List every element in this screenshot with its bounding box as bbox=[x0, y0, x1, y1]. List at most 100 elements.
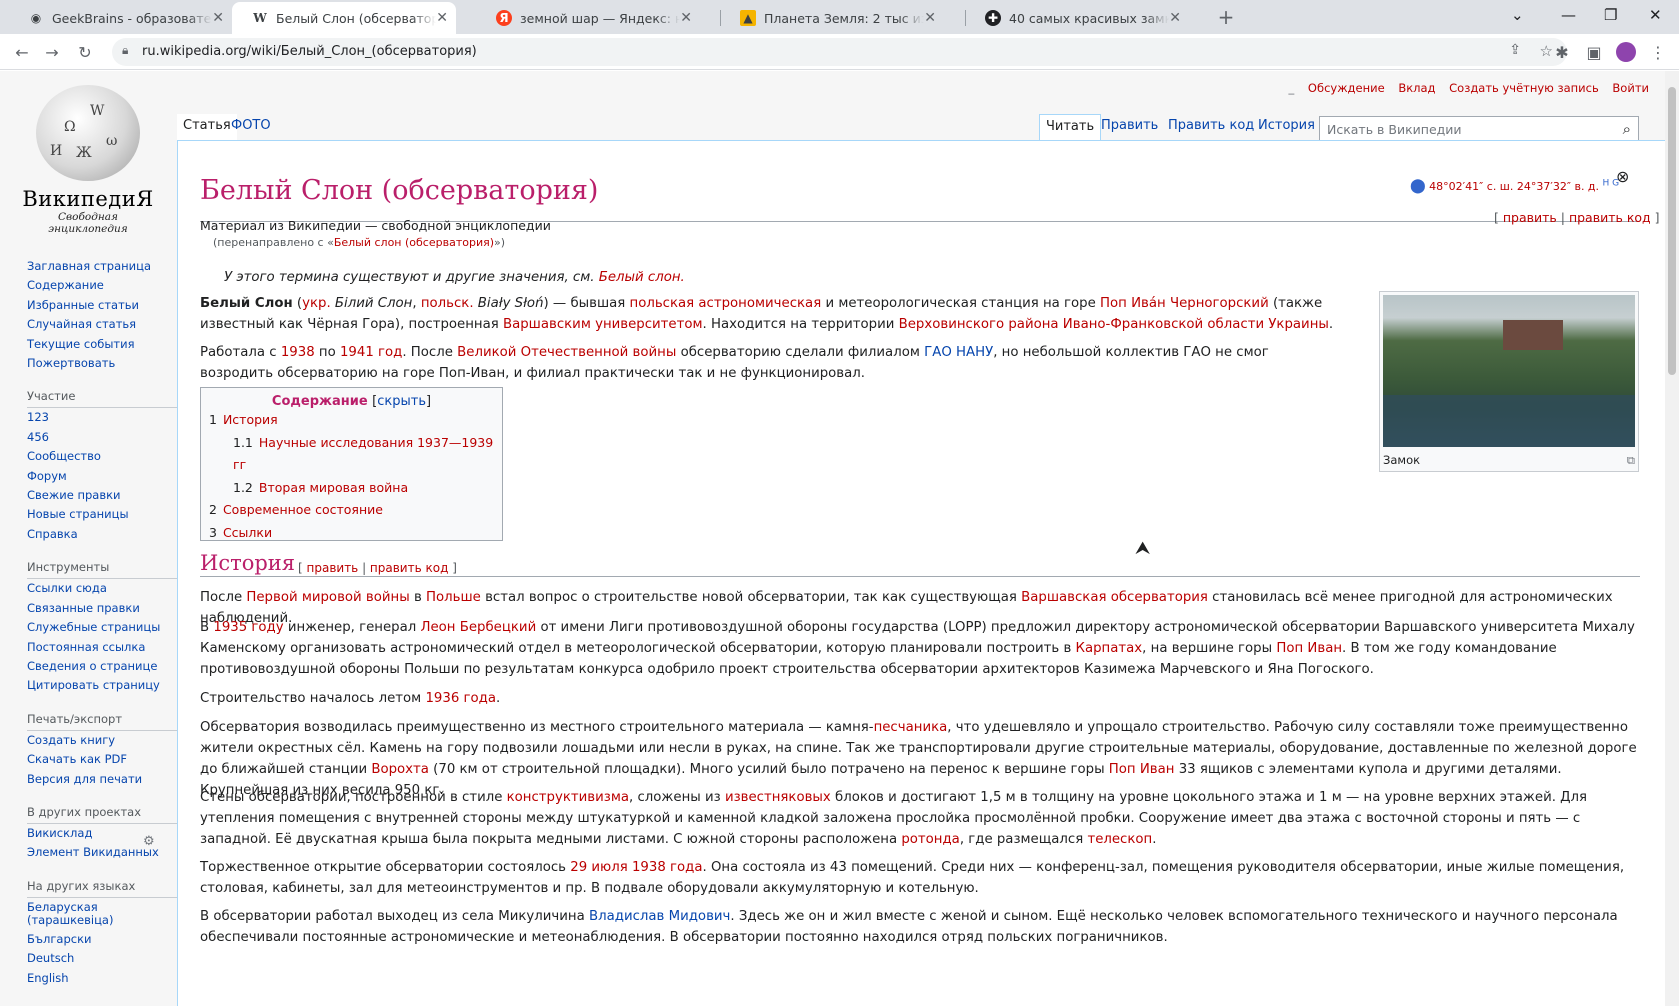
coordinates[interactable]: ⬤ 48°02′41″ с. ш. 24°37′32″ в. д. H G bbox=[1410, 178, 1619, 194]
toc-item[interactable]: 1 История bbox=[209, 409, 494, 432]
menu-icon[interactable]: ⋮ bbox=[1646, 40, 1670, 64]
paragraph: Работала с 1938 по 1941 год. После Велик… bbox=[200, 345, 1269, 381]
sidebar-link[interactable]: Скачать как PDF bbox=[27, 750, 172, 769]
tab-photo[interactable]: ФОТО bbox=[225, 114, 277, 142]
sidebar-link[interactable]: 123 bbox=[27, 408, 172, 427]
thumbnail-caption: Замок ⧉ bbox=[1383, 453, 1635, 468]
sidebar-link[interactable]: 456 bbox=[27, 428, 172, 447]
close-tab-icon[interactable]: ✕ bbox=[1169, 10, 1181, 26]
sidebar-link[interactable]: Создать книгу bbox=[27, 731, 172, 750]
edit-link[interactable]: править bbox=[1503, 210, 1557, 225]
sidebar-link[interactable]: Сведения о странице bbox=[27, 657, 172, 676]
close-tab-icon[interactable]: ✕ bbox=[680, 10, 692, 26]
browser-tab[interactable]: ✚ 40 самых красивых замков со в ✕ bbox=[965, 2, 1189, 34]
close-tab-icon[interactable]: ✕ bbox=[924, 10, 936, 26]
browser-tab[interactable]: Я земной шар — Яндекс: нашлось ✕ bbox=[476, 2, 700, 34]
search-input[interactable]: Искать в Википедии ⌕ bbox=[1319, 116, 1639, 143]
section-heading-history: История bbox=[200, 551, 296, 575]
sidebar-link[interactable]: Пожертвовать bbox=[27, 354, 172, 373]
hatnote: У этого термина существуют и другие знач… bbox=[224, 270, 685, 285]
extensions-icon[interactable]: ✱ bbox=[1550, 40, 1574, 64]
back-icon[interactable]: ← bbox=[10, 40, 34, 64]
address-bar[interactable]: 🔒︎ ru.wikipedia.org/wiki/Белый_Слон_(обс… bbox=[112, 38, 1567, 66]
enlarge-icon[interactable]: ⧉ bbox=[1627, 453, 1635, 468]
tab-read[interactable]: Читать bbox=[1039, 114, 1102, 142]
anon-indicator: _ bbox=[1288, 81, 1295, 95]
toc-item[interactable]: 3 Ссылки bbox=[209, 522, 494, 545]
maximize-icon[interactable]: ❐ bbox=[1604, 6, 1617, 24]
share-icon[interactable]: ⇪ bbox=[1509, 42, 1521, 58]
personal-link-contributions[interactable]: Вклад bbox=[1398, 81, 1435, 95]
mouse-cursor-icon: ⮝ bbox=[1135, 538, 1151, 559]
sidebar-link[interactable]: Случайная статья bbox=[27, 315, 172, 334]
browser-tab[interactable]: ◉ GeekBrains - образовательный п ✕ bbox=[8, 2, 232, 34]
sidebar-heading: Печать/экспорт bbox=[27, 712, 182, 731]
table-of-contents: Содержание [скрыть] 1 История 1.1 Научные … bbox=[200, 387, 503, 541]
wikipedia-logo[interactable]: ΩWЖωИ ВикипедиЯ Свободная энциклопедия bbox=[18, 85, 158, 235]
language-link[interactable]: English bbox=[27, 969, 172, 988]
sidebar-link[interactable]: Справка bbox=[27, 525, 172, 544]
language-link[interactable]: Deutsch bbox=[27, 949, 172, 968]
toc-item[interactable]: 1.2 Вторая мировая война bbox=[209, 477, 494, 500]
scrollbar-thumb[interactable] bbox=[1668, 87, 1676, 375]
minimize-icon[interactable]: — bbox=[1561, 6, 1576, 24]
toc-hide-toggle[interactable]: скрыть bbox=[377, 394, 426, 409]
sidebar-link[interactable]: Содержание bbox=[27, 276, 172, 295]
sidebar-link[interactable]: Заглавная страница bbox=[27, 257, 172, 276]
sidebar-link[interactable]: Цитировать страницу bbox=[27, 676, 172, 695]
sidebar-link[interactable]: Служебные страницы bbox=[27, 618, 172, 637]
browser-tab[interactable]: ▲ Планета Земля: 2 тыс изображе ✕ bbox=[720, 2, 944, 34]
toc-item[interactable]: 2 Современное состояние bbox=[209, 499, 494, 522]
tab-history[interactable]: История bbox=[1252, 114, 1321, 142]
redirect-link[interactable]: Белый слон (обсерватория) bbox=[334, 236, 494, 249]
page-edit-links: [ править | править код ] bbox=[1494, 210, 1660, 225]
personal-link-create-account[interactable]: Создать учётную запись bbox=[1449, 81, 1599, 95]
paragraph: Белый Слон (укр. Білий Слон, польск. Bia… bbox=[200, 296, 1334, 332]
tab-search-icon[interactable]: ⌄ bbox=[1511, 6, 1524, 24]
personal-link-login[interactable]: Войти bbox=[1612, 81, 1649, 95]
sidebar-link[interactable]: Избранные статьи bbox=[27, 296, 172, 315]
url-text[interactable]: ru.wikipedia.org/wiki/Белый_Слон_(обсерв… bbox=[142, 44, 477, 59]
search-placeholder: Искать в Википедии bbox=[1327, 122, 1462, 137]
close-window-icon[interactable]: ✕ bbox=[1649, 6, 1662, 24]
browser-tab-active[interactable]: W Белый Слон (обсерватория) — В ✕ bbox=[232, 2, 456, 34]
sidebar-heading: Инструменты bbox=[27, 560, 182, 580]
sidebar-link[interactable]: Сообщество bbox=[27, 447, 172, 466]
language-link[interactable]: Беларуская (тарашкевіца) bbox=[27, 900, 172, 927]
close-tab-icon[interactable]: ✕ bbox=[436, 10, 448, 26]
castle-image[interactable] bbox=[1383, 295, 1635, 447]
sidebar-heading: На других языках bbox=[27, 879, 182, 898]
language-link[interactable]: Български bbox=[27, 930, 172, 949]
side-panel-icon[interactable]: ▣ bbox=[1582, 40, 1606, 64]
close-icon[interactable]: ⊗ bbox=[1616, 167, 1629, 186]
new-tab-icon[interactable]: + bbox=[1214, 5, 1238, 29]
sidebar-link[interactable]: Связанные правки bbox=[27, 599, 172, 618]
sidebar: Заглавная страница Содержание Избранные … bbox=[27, 257, 182, 988]
paragraph: В обсерватории работал выходец из села М… bbox=[200, 909, 1618, 945]
search-icon[interactable]: ⌕ bbox=[1623, 120, 1631, 138]
edit-code-link[interactable]: править код bbox=[1569, 210, 1651, 225]
wikipedia-wordmark: ВикипедиЯ bbox=[22, 187, 154, 211]
page-scrollbar[interactable] bbox=[1665, 71, 1679, 1006]
wikipedia-page: ΩWЖωИ ВикипедиЯ Свободная энциклопедия З… bbox=[0, 71, 1665, 1006]
sidebar-link[interactable]: Ссылки сюда bbox=[27, 579, 172, 598]
yandex-images-icon: ▲ bbox=[740, 10, 756, 26]
profile-avatar[interactable] bbox=[1614, 40, 1638, 64]
sidebar-link[interactable]: Форум bbox=[27, 467, 172, 486]
reload-icon[interactable]: ↻ bbox=[73, 40, 97, 64]
tab-edit-source[interactable]: Править код bbox=[1162, 114, 1260, 142]
sidebar-link[interactable]: Текущие события bbox=[27, 335, 172, 354]
sidebar-link[interactable]: Новые страницы bbox=[27, 505, 172, 524]
sidebar-link[interactable]: Версия для печати bbox=[27, 770, 172, 789]
site-subtitle: Материал из Википедии — свободной энцикл… bbox=[200, 218, 551, 233]
language-settings-gear-icon[interactable]: ⚙ bbox=[143, 834, 155, 849]
toc-item[interactable]: 1.1 Научные исследования 1937—1939 гг bbox=[209, 432, 494, 477]
sidebar-link[interactable]: Постоянная ссылка bbox=[27, 638, 172, 657]
tab-edit[interactable]: Править bbox=[1095, 114, 1164, 142]
close-tab-icon[interactable]: ✕ bbox=[212, 10, 224, 26]
forward-icon[interactable]: → bbox=[40, 40, 64, 64]
section-divider bbox=[200, 576, 1640, 577]
hatnote-link[interactable]: Белый слон. bbox=[599, 270, 685, 285]
personal-link-talk[interactable]: Обсуждение bbox=[1308, 81, 1385, 95]
sidebar-link[interactable]: Свежие правки bbox=[27, 486, 172, 505]
